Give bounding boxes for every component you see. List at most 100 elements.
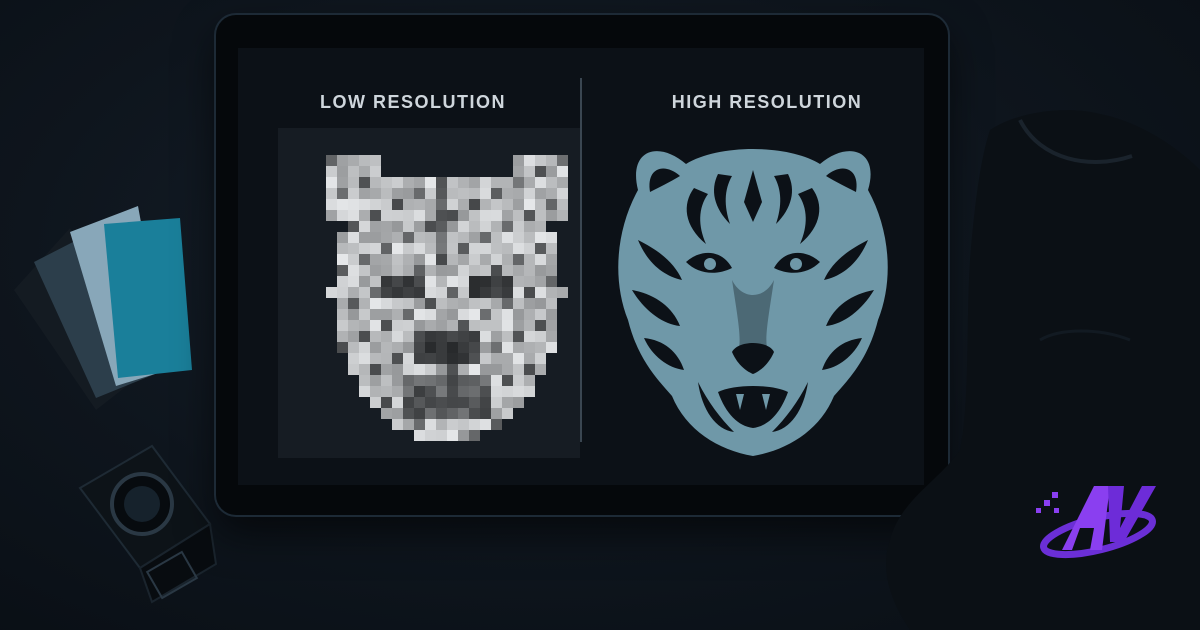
tiger-pixel bbox=[392, 375, 403, 386]
tiger-pixel bbox=[513, 188, 524, 199]
tiger-pixel bbox=[425, 177, 436, 188]
tiger-pixel bbox=[381, 386, 392, 397]
tiger-pixel bbox=[524, 353, 535, 364]
tiger-pixel bbox=[458, 353, 469, 364]
tiger-pixel bbox=[425, 309, 436, 320]
tiger-pixel bbox=[480, 419, 491, 430]
vector-tiger-image bbox=[618, 149, 888, 456]
tiger-pixel bbox=[513, 210, 524, 221]
tiger-pixel bbox=[502, 210, 513, 221]
tiger-pixel bbox=[337, 155, 348, 166]
tiger-pixel bbox=[469, 364, 480, 375]
low-resolution-panel bbox=[278, 128, 580, 458]
tiger-pixel bbox=[491, 199, 502, 210]
tiger-pixel bbox=[546, 177, 557, 188]
tiger-pixel bbox=[414, 177, 425, 188]
tiger-pixel bbox=[447, 254, 458, 265]
tiger-pixel bbox=[425, 188, 436, 199]
tiger-pixel bbox=[447, 232, 458, 243]
tiger-pixel bbox=[491, 188, 502, 199]
tiger-pixel bbox=[337, 287, 348, 298]
tiger-pixel bbox=[370, 397, 381, 408]
tiger-pixel bbox=[535, 166, 546, 177]
tiger-pixel bbox=[425, 430, 436, 441]
tiger-pixel bbox=[491, 342, 502, 353]
tiger-pixel bbox=[381, 287, 392, 298]
tiger-pixel bbox=[403, 375, 414, 386]
tiger-pixel bbox=[502, 386, 513, 397]
tiger-pixel bbox=[524, 243, 535, 254]
tiger-pixel bbox=[447, 331, 458, 342]
tiger-pixel bbox=[326, 155, 337, 166]
tiger-pixel bbox=[491, 177, 502, 188]
tiger-pixel bbox=[414, 287, 425, 298]
tiger-pixel bbox=[381, 342, 392, 353]
tiger-pixel bbox=[370, 298, 381, 309]
tiger-pixel bbox=[524, 364, 535, 375]
tiger-pixel bbox=[370, 375, 381, 386]
tiger-pixel bbox=[381, 320, 392, 331]
tiger-pixel bbox=[337, 309, 348, 320]
tiger-pixel bbox=[458, 298, 469, 309]
tiger-pixel bbox=[403, 342, 414, 353]
tiger-pixel bbox=[502, 397, 513, 408]
tiger-pixel bbox=[436, 430, 447, 441]
scene: LOW RESOLUTION HIGH RESOLUTION bbox=[0, 0, 1200, 630]
tiger-pixel bbox=[469, 397, 480, 408]
tiger-pixel bbox=[502, 287, 513, 298]
tiger-pixel bbox=[458, 265, 469, 276]
tiger-pixel bbox=[458, 287, 469, 298]
tiger-pixel bbox=[458, 375, 469, 386]
tiger-pixel bbox=[403, 265, 414, 276]
tiger-pixel bbox=[425, 210, 436, 221]
tiger-pixel bbox=[381, 298, 392, 309]
tiger-pixel bbox=[326, 188, 337, 199]
tiger-pixel bbox=[535, 199, 546, 210]
tiger-pixel bbox=[447, 199, 458, 210]
tiger-pixel bbox=[403, 353, 414, 364]
tiger-pixel bbox=[436, 276, 447, 287]
tiger-pixel bbox=[425, 331, 436, 342]
tiger-pixel bbox=[337, 254, 348, 265]
tiger-pixel bbox=[425, 254, 436, 265]
tiger-pixel bbox=[381, 353, 392, 364]
tiger-pixel bbox=[425, 364, 436, 375]
tiger-pixel bbox=[370, 364, 381, 375]
tiger-pixel bbox=[414, 243, 425, 254]
tiger-pixel bbox=[370, 342, 381, 353]
swatch-teal bbox=[104, 218, 192, 378]
tiger-pixel bbox=[458, 232, 469, 243]
tiger-pixel bbox=[370, 188, 381, 199]
tiger-pixel bbox=[403, 309, 414, 320]
tiger-pixel bbox=[414, 375, 425, 386]
tiger-pixel bbox=[458, 309, 469, 320]
tiger-pixel bbox=[392, 364, 403, 375]
tiger-pixel bbox=[447, 265, 458, 276]
tiger-pixel bbox=[469, 408, 480, 419]
tiger-pixel bbox=[392, 408, 403, 419]
tiger-pixel bbox=[458, 364, 469, 375]
tiger-pixel bbox=[447, 342, 458, 353]
tiger-pixel bbox=[546, 320, 557, 331]
tiger-pixel bbox=[513, 375, 524, 386]
tiger-pixel bbox=[359, 166, 370, 177]
tiger-pixel bbox=[491, 375, 502, 386]
tiger-pixel bbox=[370, 232, 381, 243]
tiger-pixel bbox=[513, 331, 524, 342]
tiger-pixel bbox=[337, 265, 348, 276]
tiger-pixel bbox=[458, 419, 469, 430]
tiger-pixel bbox=[359, 210, 370, 221]
tiger-pixel bbox=[436, 320, 447, 331]
tiger-pixel bbox=[491, 309, 502, 320]
tiger-pixel bbox=[469, 265, 480, 276]
tiger-pixel bbox=[524, 375, 535, 386]
tiger-pixel bbox=[348, 188, 359, 199]
tiger-pixel bbox=[425, 265, 436, 276]
tiger-pixel bbox=[480, 188, 491, 199]
tiger-pixel bbox=[348, 309, 359, 320]
tiger-pixel bbox=[524, 221, 535, 232]
tiger-pixel bbox=[392, 331, 403, 342]
tiger-pixel bbox=[348, 353, 359, 364]
tiger-pixel bbox=[480, 221, 491, 232]
tiger-pixel bbox=[381, 397, 392, 408]
